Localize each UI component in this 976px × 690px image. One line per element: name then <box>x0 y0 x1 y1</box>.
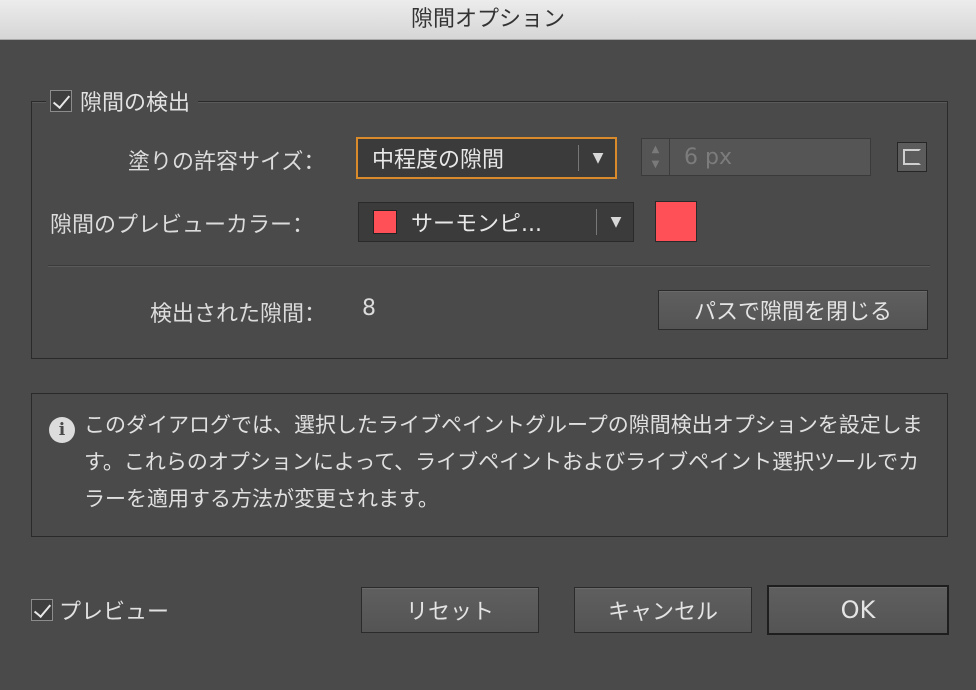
color-swatch-icon <box>373 210 397 234</box>
close-gaps-with-paths-button[interactable]: パスで隙間を閉じる <box>658 290 928 330</box>
dropdown-separator <box>578 145 579 171</box>
info-icon: i <box>49 417 75 443</box>
chevron-down-icon: ▼ <box>592 150 604 166</box>
cancel-button[interactable]: キャンセル <box>574 587 752 633</box>
gaps-found-count: 8 <box>362 296 376 321</box>
gap-options-button[interactable] <box>897 142 927 172</box>
preview-color-dropdown[interactable]: サーモンピ... ▼ <box>358 202 634 242</box>
reset-button[interactable]: リセット <box>361 587 539 633</box>
chevron-down-icon: ▼ <box>610 214 622 230</box>
bracket-icon <box>903 149 921 165</box>
preview-color-value: サーモンピ... <box>411 212 542 237</box>
ok-button[interactable]: OK <box>767 585 949 635</box>
preview-color-swatch[interactable] <box>655 201 697 242</box>
window-title: 隙間オプション <box>0 0 976 40</box>
fill-tolerance-value: 中程度の隙間 <box>372 148 505 173</box>
chevron-down-icon[interactable]: ▼ <box>652 159 660 170</box>
custom-gap-size-field[interactable]: ▲ ▼ 6 px <box>641 138 871 176</box>
stepper-arrows[interactable]: ▲ ▼ <box>642 139 670 175</box>
gaps-found-label: 検出された隙間： <box>150 302 327 327</box>
preview-label: プレビュー <box>59 600 170 625</box>
gap-detection-checkbox[interactable] <box>50 90 72 112</box>
fill-tolerance-dropdown[interactable]: 中程度の隙間 ▼ <box>356 137 617 179</box>
gap-detection-toggle[interactable]: 隙間の検出 <box>46 86 199 116</box>
preview-toggle[interactable]: プレビュー <box>31 594 169 626</box>
custom-gap-size-value: 6 px <box>684 144 732 170</box>
gap-detection-label: 隙間の検出 <box>80 91 191 116</box>
preview-color-label: 隙間のプレビューカラー： <box>50 213 315 238</box>
chevron-up-icon[interactable]: ▲ <box>652 144 660 155</box>
divider <box>48 265 930 267</box>
dropdown-separator <box>596 209 597 235</box>
fill-tolerance-label: 塗りの許容サイズ： <box>128 150 326 175</box>
preview-checkbox[interactable] <box>31 599 53 621</box>
info-text: このダイアログでは、選択したライブペイントグループの隙間検出オプションを設定しま… <box>84 413 923 511</box>
